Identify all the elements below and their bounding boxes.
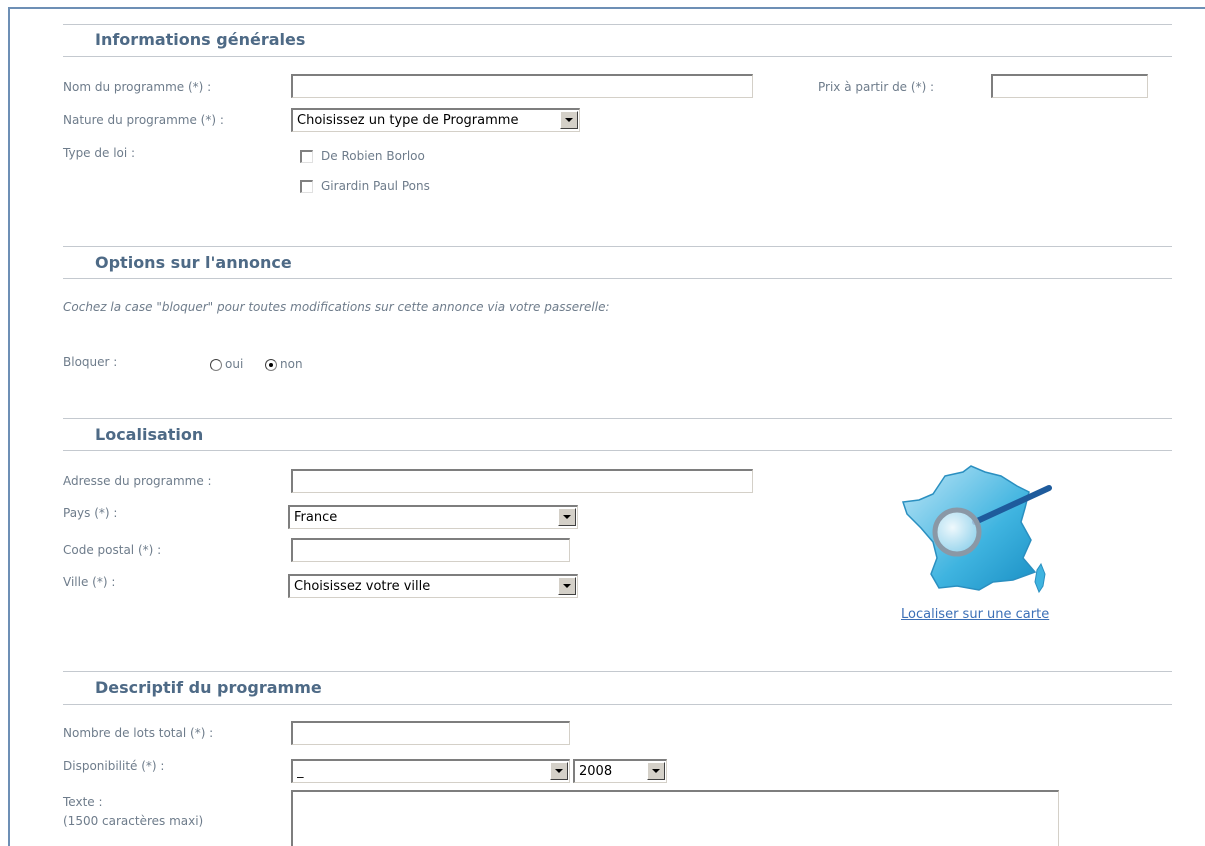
section-divider-top [63,246,1172,247]
locate-on-map-link[interactable]: Localiser sur une carte [901,607,1049,622]
chevron-down-icon[interactable] [647,762,665,780]
section-divider-bottom [63,278,1172,279]
radio-label-no: non [280,357,303,371]
address-label: Adresse du programme : [63,474,212,488]
chevron-down-icon[interactable] [558,577,576,595]
availability-year-select[interactable]: 2008 [573,759,667,783]
availability-month-select[interactable]: _ [291,759,570,783]
description-textarea[interactable] [291,790,1059,846]
city-select-value: Choisissez votre ville [294,579,431,594]
address-input[interactable] [291,469,753,493]
chevron-down-icon[interactable] [560,111,578,129]
section-title-options: Options sur l'annonce [95,253,292,272]
checkbox-label-de-robien-borloo: De Robien Borloo [321,149,425,163]
radio-label-yes: oui [225,357,244,371]
program-name-input[interactable] [291,74,753,98]
price-input[interactable] [991,74,1148,98]
section-divider-bottom [63,450,1172,451]
section-title-location: Localisation [95,425,204,444]
country-label: Pays (*) : [63,506,118,520]
chevron-down-icon[interactable] [550,762,568,780]
section-divider-top [63,418,1172,419]
lots-input[interactable] [291,721,570,745]
radio-block-yes[interactable] [210,359,222,371]
section-divider-bottom [63,704,1172,705]
price-label: Prix à partir de (*) : [818,80,935,94]
radio-block-no[interactable] [265,359,277,371]
section-divider-bottom [63,56,1172,57]
section-divider-top [63,24,1172,25]
nature-select[interactable]: Choisissez un type de Programme [291,108,580,132]
postal-code-label: Code postal (*) : [63,543,162,557]
city-select[interactable]: Choisissez votre ville [288,574,578,598]
nature-select-value: Choisissez un type de Programme [297,113,519,128]
section-title-general: Informations générales [95,30,306,49]
section-divider-top [63,671,1172,672]
country-select-value: France [294,510,338,525]
text-label: Texte : [63,795,103,809]
law-type-label: Type de loi : [63,146,136,160]
window-frame-left [8,7,10,846]
chevron-down-icon[interactable] [558,508,576,526]
program-name-label: Nom du programme (*) : [63,80,212,94]
checkbox-label-girardin-paul-pons: Girardin Paul Pons [321,179,430,193]
text-limit-hint: (1500 caractères maxi) [63,814,204,828]
block-label: Bloquer : [63,355,118,369]
availability-month-value: _ [297,764,304,779]
checkbox-girardin-paul-pons[interactable] [300,180,313,193]
country-select[interactable]: France [288,505,578,529]
postal-code-input[interactable] [291,538,570,562]
section-title-description: Descriptif du programme [95,678,322,697]
nature-label: Nature du programme (*) : [63,113,224,127]
availability-label: Disponibilité (*) : [63,759,165,773]
france-map-magnifier-icon[interactable] [893,462,1061,602]
block-instruction-note: Cochez la case "bloquer" pour toutes mod… [63,300,610,314]
availability-year-value: 2008 [579,764,613,779]
city-label: Ville (*) : [63,575,116,589]
checkbox-de-robien-borloo[interactable] [300,150,313,163]
lots-label: Nombre de lots total (*) : [63,726,214,740]
window-frame-top [8,7,1205,9]
